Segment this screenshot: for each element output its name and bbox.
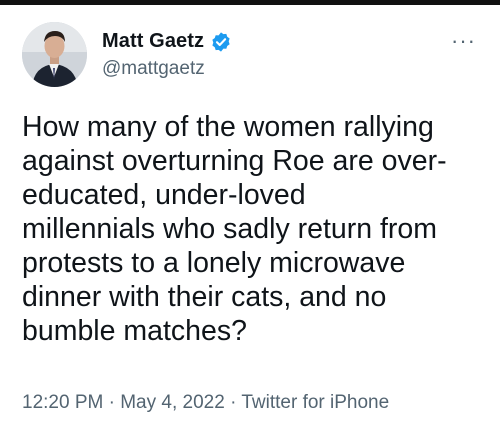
tweet-date[interactable]: May 4, 2022 — [120, 392, 225, 413]
tweet-text: How many of the women rallying against o… — [22, 111, 447, 347]
display-name[interactable]: Matt Gaetz — [102, 30, 204, 53]
name-row: Matt Gaetz — [102, 30, 232, 53]
meta-separator: · — [230, 392, 237, 413]
tweet-source[interactable]: Twitter for iPhone — [241, 392, 389, 413]
avatar[interactable] — [22, 22, 87, 87]
tweet-time[interactable]: 12:20 PM — [22, 392, 103, 413]
avatar-image — [22, 22, 87, 87]
tweet-meta: 12:20 PM · May 4, 2022 · Twitter for iPh… — [22, 392, 389, 414]
verified-badge-icon — [210, 31, 232, 53]
top-edge-strip — [0, 0, 500, 5]
meta-separator: · — [108, 392, 115, 413]
more-options-icon[interactable]: ··· — [451, 30, 476, 52]
tweet-header: Matt Gaetz @mattgaetz ··· — [22, 22, 478, 92]
user-handle[interactable]: @mattgaetz — [102, 58, 205, 80]
